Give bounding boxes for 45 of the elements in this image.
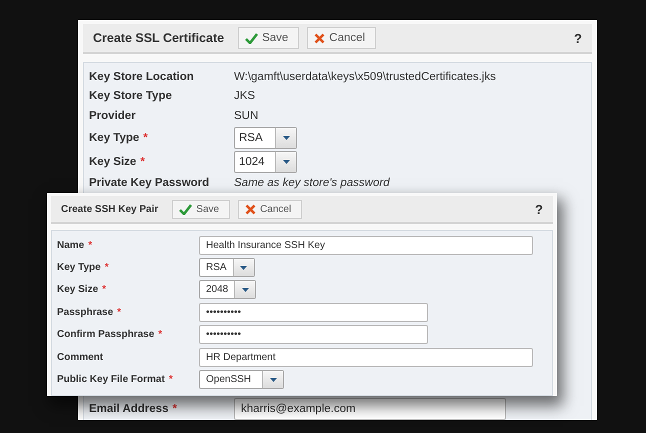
text-field[interactable]: kharris@example.com <box>234 398 506 420</box>
check-icon <box>245 32 258 44</box>
text-field[interactable]: HR Department <box>199 348 533 367</box>
field-label: Provider <box>89 110 137 122</box>
caret-icon <box>282 136 290 140</box>
field-label: Key Size * <box>89 156 146 168</box>
cancel-button[interactable]: Cancel <box>238 200 302 218</box>
field-label: Confirm Passphrase * <box>57 329 164 340</box>
save-button[interactable]: Save <box>172 200 230 218</box>
caret-icon <box>242 288 249 292</box>
text-field[interactable]: Health Insurance SSH Key <box>199 236 533 255</box>
field-label: Key Type * <box>57 262 110 274</box>
caret-icon <box>282 160 290 164</box>
field-label: Passphrase * <box>57 306 122 318</box>
dialog-title: Create SSH Key Pair <box>61 204 158 214</box>
field-label: Private Key Password <box>89 177 210 190</box>
field-value: JKS <box>234 90 256 102</box>
field-label: Name * <box>57 240 94 251</box>
help-button[interactable]: ? <box>535 202 543 216</box>
caret-icon <box>270 378 276 382</box>
dropdown[interactable]: OpenSSH <box>199 370 284 390</box>
dropdown[interactable]: 2048 <box>199 280 256 300</box>
cross-icon <box>314 32 326 44</box>
cancel-button[interactable]: Cancel <box>307 27 376 49</box>
field-label: Key Store Location <box>89 70 195 83</box>
password-field[interactable]: •••••••••• <box>199 325 428 344</box>
caret-icon <box>240 266 248 270</box>
dropdown[interactable]: RSA <box>234 126 297 148</box>
field-note: Same as key store's password <box>234 177 390 190</box>
password-field[interactable]: •••••••••• <box>199 302 428 322</box>
field-label: Email Address * <box>89 403 178 415</box>
dropdown[interactable]: RSA <box>199 258 255 278</box>
field-label: Key Store Type <box>89 90 173 102</box>
field-value: SUN <box>234 110 258 122</box>
save-button[interactable]: Save <box>238 27 300 49</box>
check-icon <box>179 204 192 214</box>
field-label: Comment <box>57 352 104 363</box>
dropdown[interactable]: 1024 <box>234 150 297 172</box>
help-button[interactable]: ? <box>574 30 582 46</box>
dialog-title: Create SSL Certificate <box>93 31 224 45</box>
cross-icon <box>245 204 256 214</box>
field-label: Public Key File Format * <box>57 374 174 386</box>
field-label: Key Type * <box>89 132 149 144</box>
field-label: Key Size * <box>57 284 108 296</box>
field-value: W:\gamft\userdata\keys\x509\trustedCertificates.jks <box>234 70 496 83</box>
